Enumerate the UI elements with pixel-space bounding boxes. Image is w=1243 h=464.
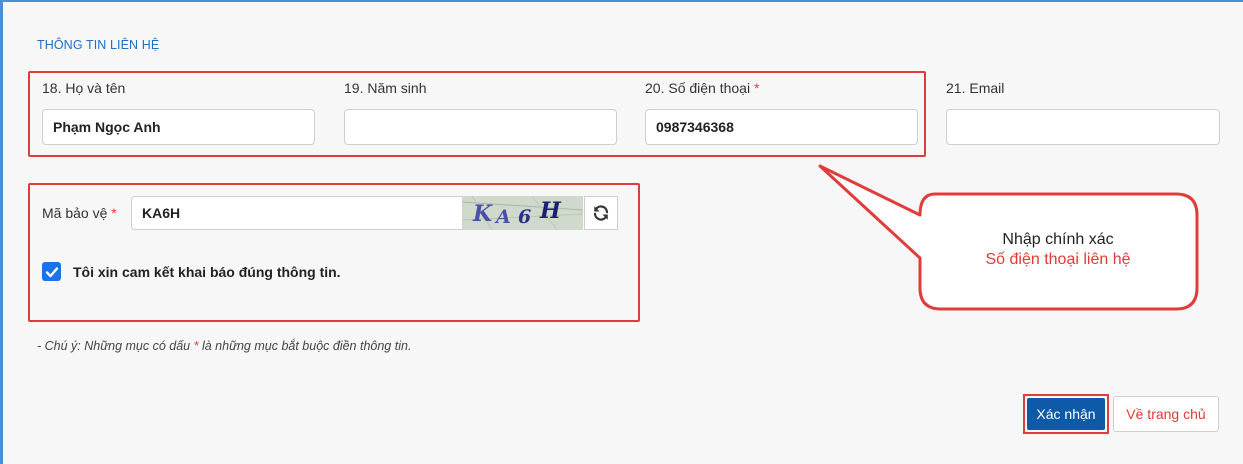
highlight-box-captcha: [28, 183, 640, 322]
email-input[interactable]: [946, 109, 1220, 145]
callout-line-1: Nhập chính xác: [1002, 231, 1114, 248]
home-button[interactable]: Về trang chủ: [1113, 396, 1219, 432]
required-note: - Chú ý: Những mục có dấu * là những mục…: [37, 339, 412, 353]
field-label-email: 21. Email: [946, 80, 1005, 96]
callout-line-2: Số điện thoại liên hệ: [985, 251, 1131, 268]
confirm-button-highlight: Xác nhận: [1023, 394, 1109, 434]
highlight-box-contact-fields: [28, 71, 926, 157]
confirm-button[interactable]: Xác nhận: [1027, 398, 1105, 430]
section-title: THÔNG TIN LIÊN HỆ: [37, 38, 160, 52]
callout-text: Nhập chính xác Số điện thoại liên hệ: [920, 230, 1196, 270]
